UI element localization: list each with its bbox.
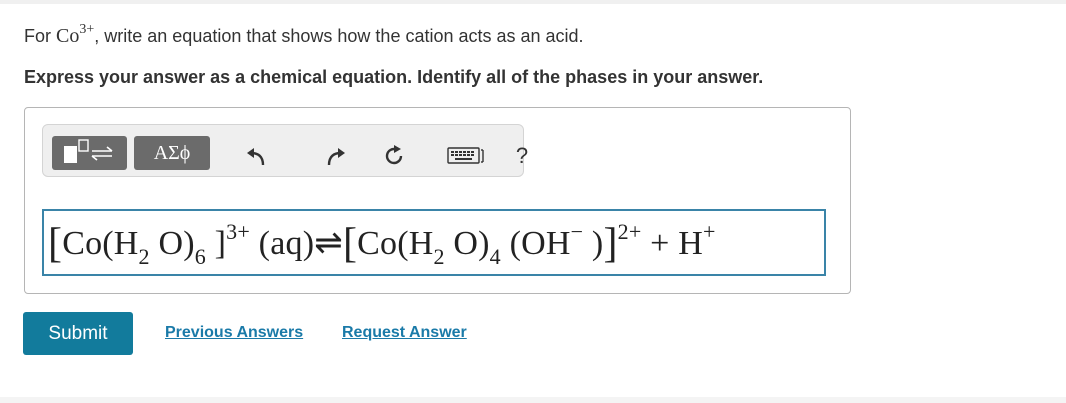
bracket-close-2: ] — [603, 221, 618, 267]
question-prompt: For Co3+, write an equation that shows h… — [24, 22, 584, 48]
top-divider — [0, 0, 1066, 4]
templates-button[interactable] — [52, 136, 127, 170]
plus-hydrogen: + H — [641, 225, 703, 262]
templates-icon — [62, 138, 118, 169]
product-cobalt: Co(H — [357, 225, 434, 262]
product-hydroxide: (OH — [500, 225, 571, 262]
redo-icon[interactable] — [323, 143, 349, 169]
hydroxide-charge: − — [570, 219, 584, 244]
equilibrium-arrow: ⇌ — [314, 225, 343, 262]
reset-icon[interactable] — [381, 143, 407, 169]
product-h-subscript: 2 — [433, 244, 445, 269]
product-charge: 2+ — [617, 219, 642, 244]
request-answer-link[interactable]: Request Answer — [342, 324, 467, 342]
prompt-charge: 3+ — [79, 22, 95, 37]
reactant-phase: (aq) — [249, 225, 315, 262]
answer-input[interactable]: [Co(H2 O)6 ]3+ (aq)⇌[Co(H2 O)4 (OH− )]2+… — [42, 209, 826, 276]
reactant-cobalt: Co(H — [62, 225, 139, 262]
bracket-open-2: [ — [342, 221, 358, 267]
bottom-divider — [0, 397, 1066, 403]
equation-display: [Co(H2 O)6 ]3+ (aq)⇌[Co(H2 O)4 (OH− )]2+… — [48, 217, 716, 269]
prompt-lead: For — [24, 26, 57, 46]
keyboard-icon[interactable] — [447, 143, 487, 169]
reactant-oxygen: O) — [149, 225, 195, 262]
help-icon[interactable]: ? — [509, 143, 535, 169]
undo-icon[interactable] — [243, 143, 269, 169]
answer-panel: ΑΣϕ ? [Co(H2 O)6]3+ (aq)⇌[Co(H2 O)4 (OH… — [24, 107, 851, 294]
hydroxide-close: ) — [583, 225, 604, 262]
bracket-open-1: [ — [48, 221, 63, 267]
reactant-h-subscript: 2 — [138, 244, 150, 269]
bracket-close-1: ] — [205, 225, 227, 262]
submit-button[interactable]: Submit — [23, 312, 133, 355]
prompt-species: Co — [56, 25, 80, 47]
math-toolbar: ΑΣϕ ? — [42, 124, 528, 177]
product-water-subscript: 4 — [489, 244, 501, 269]
answer-instruction: Express your answer as a chemical equati… — [24, 67, 764, 87]
product-oxygen: O) — [444, 225, 490, 262]
hydrogen-charge: + — [702, 219, 716, 244]
reactant-charge: 3+ — [226, 219, 250, 244]
prompt-tail: , write an equation that shows how the c… — [94, 26, 584, 46]
reactant-water-subscript: 6 — [194, 244, 206, 269]
previous-answers-link[interactable]: Previous Answers — [165, 324, 303, 342]
symbols-button[interactable]: ΑΣϕ — [134, 136, 210, 170]
